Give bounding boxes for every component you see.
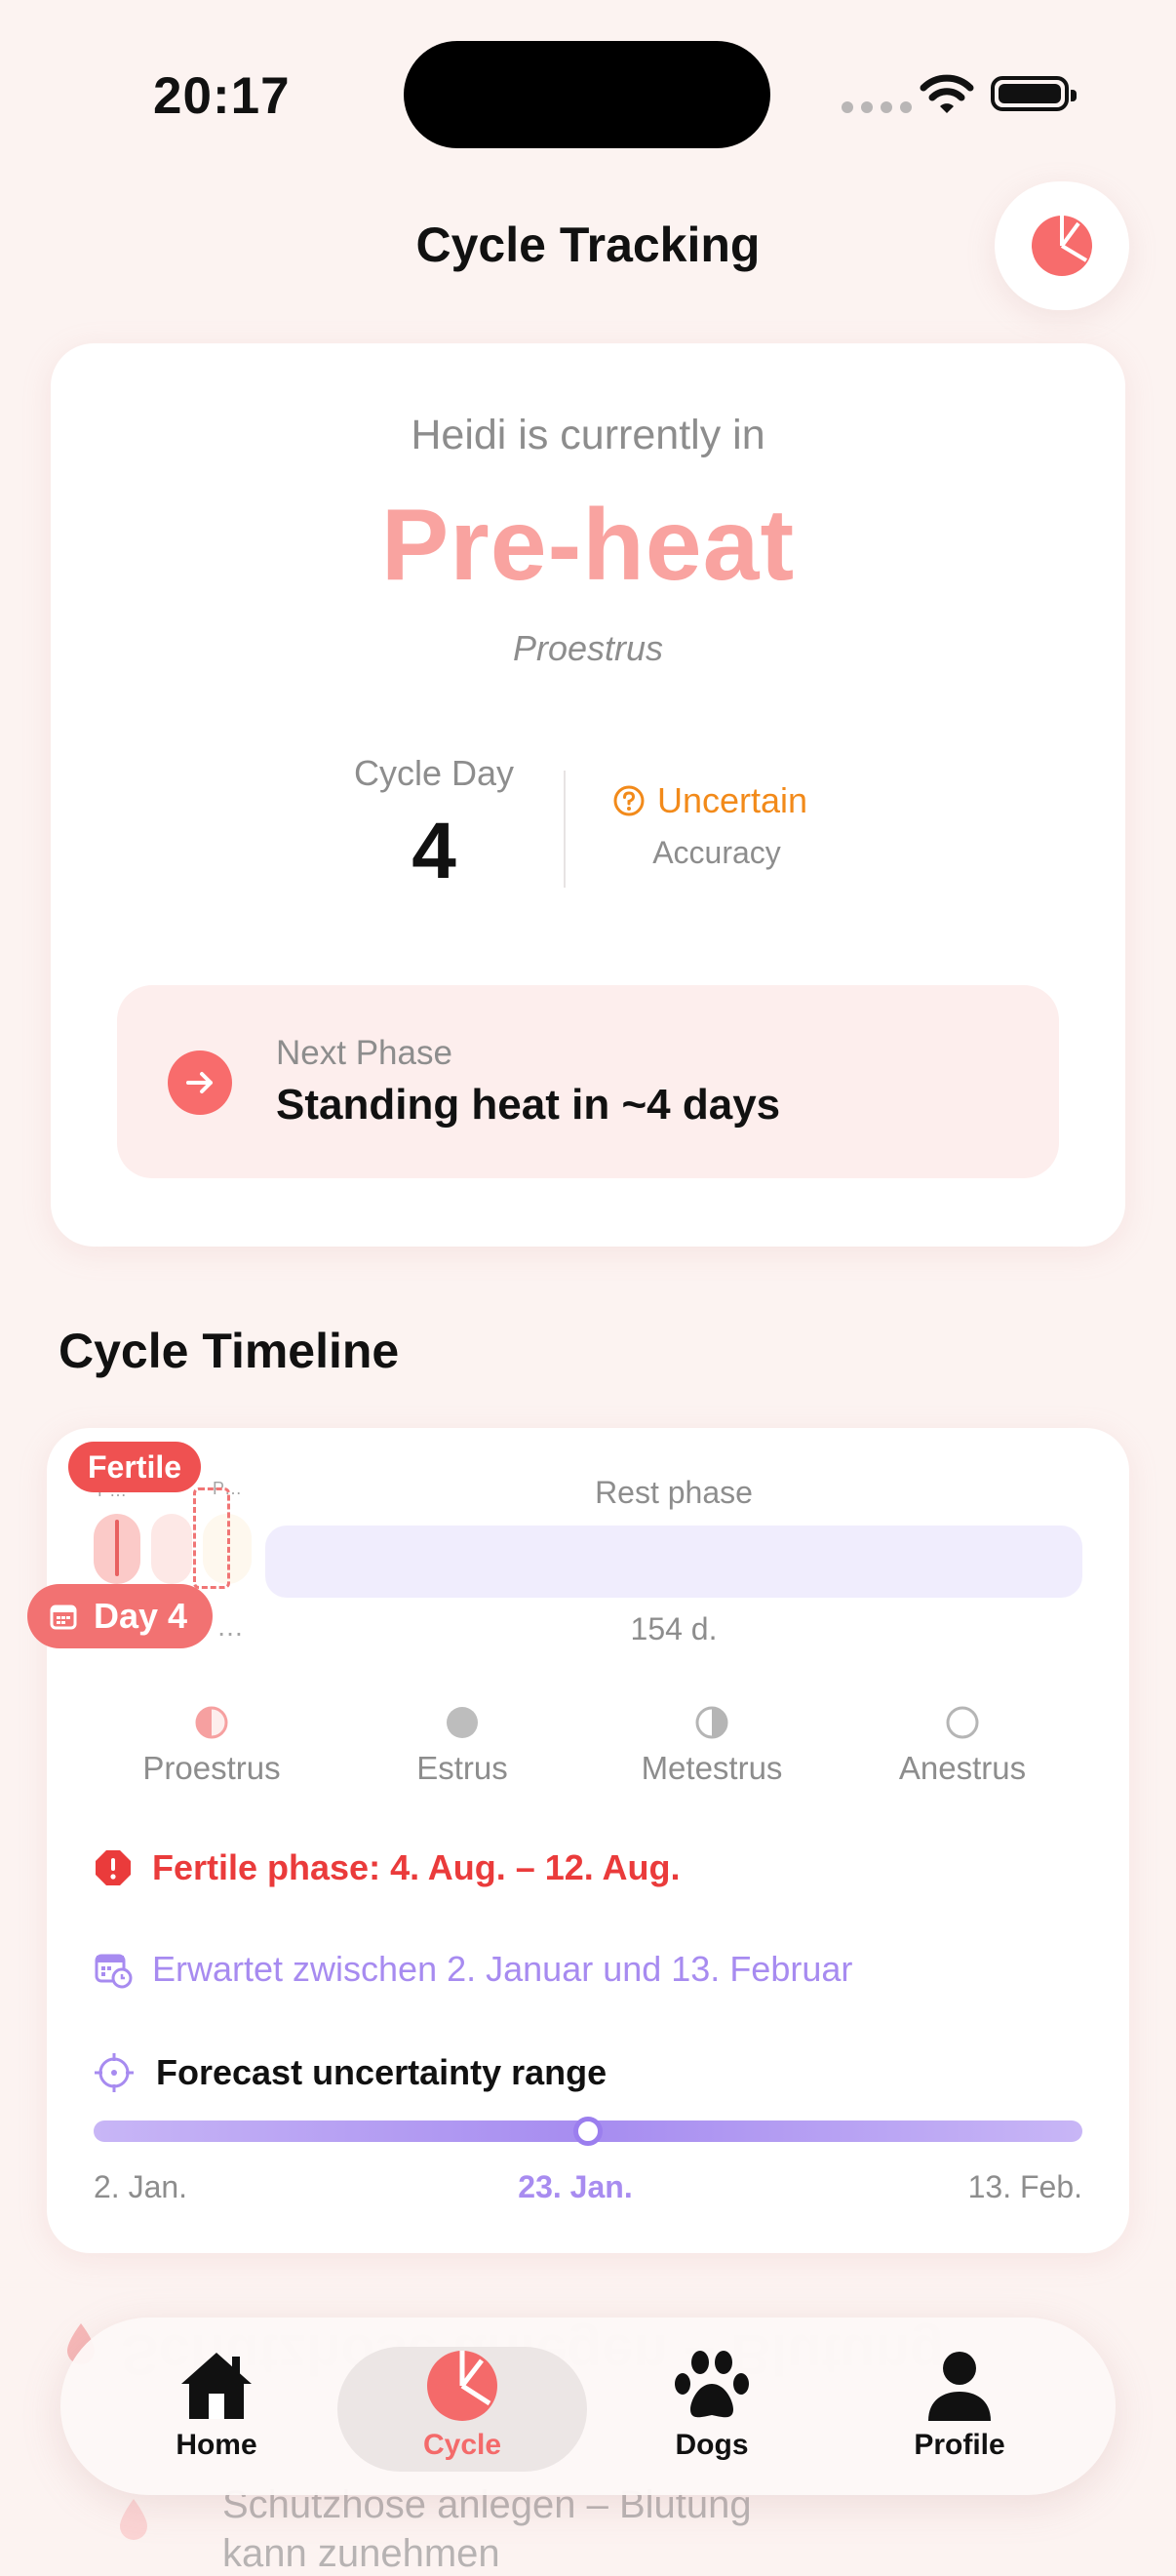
expected-window-row: Erwartet zwischen 2. Januar und 13. Febr… [94, 1949, 852, 1990]
current-day-badge: Day 4 [27, 1584, 214, 1648]
legend-item-estrus: Estrus [337, 1705, 587, 1787]
segment-duration-ellipsis: … [216, 1611, 244, 1642]
tab-home[interactable]: Home [92, 2347, 341, 2472]
dynamic-island [404, 41, 770, 148]
house-icon [181, 2353, 252, 2419]
legend-item-metestrus: Metestrus [587, 1705, 837, 1787]
arrow-right-icon [168, 1050, 232, 1115]
current-phase-name: Pre-heat [380, 489, 796, 602]
rest-phase-label: Rest phase [595, 1475, 753, 1510]
expected-window-text: Erwartet zwischen 2. Januar und 13. Febr… [152, 1949, 853, 1989]
fertile-phase-text: Fertile phase: 4. Aug. – 12. Aug. [152, 1847, 681, 1887]
tab-profile[interactable]: Profile [835, 2347, 1084, 2472]
uncertainty-heading-row: Forecast uncertainty range [94, 2052, 607, 2093]
blood-drop-icon-faded [120, 2499, 147, 2540]
legend-label-estrus: Estrus [416, 1750, 508, 1786]
tip-text-line2: kann zunehmen [222, 2532, 500, 2575]
tab-cycle-label: Cycle [422, 2429, 502, 2461]
stat-divider [564, 771, 566, 888]
pie-chart-icon [427, 2351, 497, 2421]
fertile-badge: Fertile [68, 1442, 202, 1492]
filled-circle-icon [447, 1707, 478, 1738]
person-icon [928, 2352, 991, 2421]
cycle-day-value: 4 [412, 807, 456, 895]
accuracy-value-text: Uncertain [657, 780, 808, 820]
tab-dogs[interactable]: Dogs [587, 2347, 837, 2472]
battery-icon [991, 76, 1077, 111]
range-start-date: 2. Jan. [94, 2169, 188, 2204]
tab-dogs-label: Dogs [675, 2429, 749, 2461]
pie-chart-icon [1032, 216, 1092, 276]
cycle-timeline-heading: Cycle Timeline [59, 1324, 400, 1378]
legend-item-proestrus: Proestrus [87, 1705, 336, 1787]
wifi-icon [920, 74, 974, 113]
current-phase-latin: Proestrus [512, 628, 664, 668]
legend-label-metestrus: Metestrus [641, 1750, 783, 1786]
timeline-segment-estrus[interactable] [151, 1514, 192, 1584]
calendar-clock-icon [95, 1954, 133, 1989]
current-day-marker [115, 1520, 119, 1576]
alert-octagon-icon [96, 1850, 131, 1885]
forecast-window-outline [193, 1487, 230, 1589]
calendar-icon [50, 1605, 77, 1630]
paw-icon [675, 2351, 749, 2418]
timeline-segment-proestrus[interactable] [94, 1514, 140, 1584]
accuracy-value: Uncertain [612, 780, 807, 821]
tab-cycle[interactable]: Cycle [337, 2347, 587, 2472]
statistics-button[interactable] [995, 181, 1129, 310]
signal-dots-icon [842, 101, 912, 113]
empty-circle-icon [946, 1706, 979, 1739]
tab-profile-label: Profile [914, 2429, 1005, 2461]
current-day-badge-text: Day 4 [94, 1596, 188, 1636]
legend-label-anestrus: Anestrus [898, 1750, 1027, 1786]
cycle-day-label: Cycle Day [353, 753, 515, 793]
uncertainty-range-knob[interactable] [573, 2117, 603, 2146]
legend-label-proestrus: Proestrus [142, 1750, 281, 1786]
next-phase-label: Next Phase [276, 1034, 452, 1072]
range-expected-date: 23. Jan. [518, 2169, 633, 2204]
uncertainty-title: Forecast uncertainty range [156, 2052, 608, 2092]
question-circle-icon [613, 785, 645, 816]
crosshair-icon [95, 2053, 134, 2092]
fertile-phase-row: Fertile phase: 4. Aug. – 12. Aug. [94, 1847, 680, 1888]
range-end-date: 13. Feb. [967, 2169, 1082, 2204]
half-circle-icon [695, 1706, 728, 1739]
legend-item-anestrus: Anestrus [838, 1705, 1087, 1787]
timeline-segment-rest-phase[interactable] [265, 1526, 1082, 1598]
accuracy-label: Accuracy [652, 835, 781, 870]
status-time: 20:17 [153, 67, 291, 125]
next-phase-value: Standing heat in ~4 days [276, 1081, 781, 1129]
phase-intro-text: Heidi is currently in [411, 412, 765, 458]
half-filled-circle-icon [195, 1706, 228, 1739]
rest-phase-duration: 154 d. [630, 1611, 718, 1646]
tab-home-label: Home [176, 2429, 257, 2461]
